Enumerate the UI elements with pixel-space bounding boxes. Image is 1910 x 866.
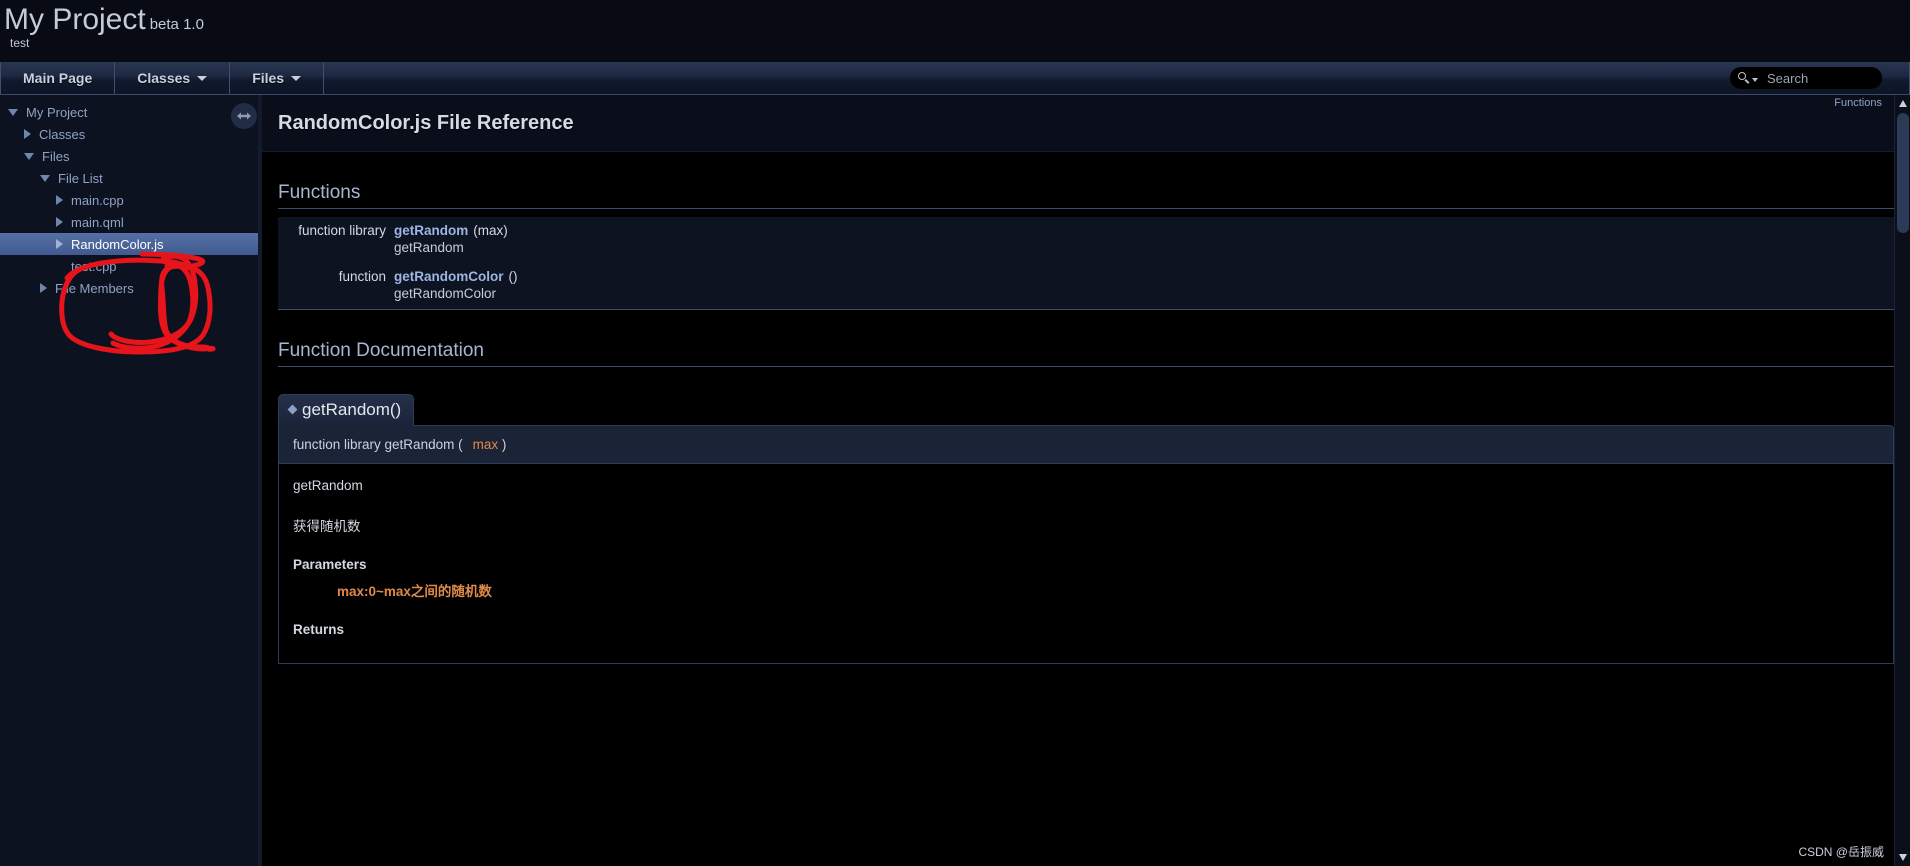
chevron-right-icon[interactable] bbox=[56, 195, 63, 205]
scrollbar-thumb[interactable] bbox=[1897, 113, 1909, 233]
sidebar-item-label: Files bbox=[42, 148, 70, 164]
content-split: My Project Classes Files File List main.cpp m… bbox=[0, 95, 1910, 866]
description-spacer bbox=[278, 286, 394, 310]
member-item-getrandom: getRandom() function library getRandom (… bbox=[278, 393, 1894, 664]
chevron-right-icon[interactable] bbox=[56, 239, 63, 249]
sidebar-item-label: main.cpp bbox=[71, 192, 124, 208]
watermark: CSDN @岳振威 bbox=[1798, 845, 1884, 859]
diamond-icon bbox=[287, 404, 298, 415]
main-navigation-bar: Main Page Classes Files bbox=[0, 62, 1910, 95]
sidebar-item-test-cpp[interactable]: test.cpp bbox=[0, 255, 258, 277]
sidebar-item-label: My Project bbox=[26, 104, 88, 120]
function-description: getRandomColor bbox=[394, 286, 497, 301]
project-version: beta 1.0 bbox=[149, 16, 204, 33]
function-link[interactable]: getRandom bbox=[394, 223, 468, 238]
search-icon bbox=[1738, 72, 1750, 84]
sidebar-item-classes[interactable]: Classes bbox=[0, 123, 258, 145]
contents-area: Functions function library getRandom (max)… bbox=[262, 182, 1910, 664]
parameters-label: Parameters bbox=[293, 557, 367, 572]
chevron-down-icon[interactable] bbox=[24, 152, 34, 160]
function-documentation-heading: Function Documentation bbox=[278, 340, 1894, 367]
member-title[interactable]: getRandom() bbox=[278, 394, 415, 426]
chevron-right-icon[interactable] bbox=[40, 283, 47, 293]
sidebar-item-label: main.qml bbox=[71, 214, 124, 230]
chevron-right-icon[interactable] bbox=[56, 217, 63, 227]
function-signature: getRandom (max) bbox=[394, 217, 1894, 240]
vertical-scrollbar[interactable] bbox=[1894, 95, 1910, 866]
member-brief: getRandom bbox=[293, 478, 363, 493]
search-scope-chevron-icon[interactable] bbox=[1752, 77, 1758, 82]
tab-main-page-label: Main Page bbox=[23, 70, 93, 86]
returns-label: Returns bbox=[293, 622, 345, 637]
breadcrumb[interactable]: Functions bbox=[1828, 95, 1888, 111]
tab-files[interactable]: Files bbox=[230, 62, 325, 94]
sidebar-item-label: File List bbox=[58, 170, 103, 186]
function-description: getRandom bbox=[394, 240, 464, 255]
search-box-container bbox=[1730, 67, 1882, 89]
sidebar-item-label: Classes bbox=[39, 126, 86, 142]
member-documentation: getRandom 获得随机数 Parameters max:0~max之间的随… bbox=[278, 464, 1894, 664]
table-row: function library getRandom (max) bbox=[278, 217, 1894, 240]
tab-classes[interactable]: Classes bbox=[115, 62, 231, 94]
sidebar: My Project Classes Files File List main.cpp m… bbox=[0, 95, 258, 866]
tab-bar-filler bbox=[324, 62, 1910, 94]
function-args: (max) bbox=[473, 223, 508, 238]
sidebar-item-randomcolor-js[interactable]: RandomColor.js bbox=[0, 233, 258, 255]
functions-section-heading: Functions bbox=[278, 182, 1894, 209]
tab-main-page[interactable]: Main Page bbox=[0, 62, 116, 94]
page-title: RandomColor.js File Reference bbox=[278, 111, 574, 134]
project-name: My Project bbox=[4, 3, 146, 36]
sidebar-item-files[interactable]: Files bbox=[0, 145, 258, 167]
chevron-down-icon[interactable] bbox=[8, 108, 18, 116]
sidebar-item-file-list[interactable]: File List bbox=[0, 167, 258, 189]
table-row: function getRandomColor () bbox=[278, 263, 1894, 286]
member-title-label: getRandom() bbox=[302, 400, 402, 419]
title-area: My Project beta 1.0 test bbox=[0, 0, 1910, 62]
tab-files-label: Files bbox=[252, 70, 285, 86]
sidebar-item-file-members[interactable]: File Members bbox=[0, 277, 258, 299]
sidebar-item-main-qml[interactable]: main.qml bbox=[0, 211, 258, 233]
chevron-right-icon[interactable] bbox=[24, 129, 31, 139]
function-link[interactable]: getRandomColor bbox=[394, 269, 504, 284]
functions-table: function library getRandom (max) getRandom f… bbox=[278, 217, 1894, 310]
scroll-down-arrow-icon[interactable] bbox=[1898, 852, 1908, 862]
prototype-prefix: function library getRandom ( bbox=[293, 437, 463, 452]
sidebar-item-label: File Members bbox=[55, 280, 134, 296]
search-box[interactable] bbox=[1730, 67, 1882, 89]
scroll-up-arrow-icon[interactable] bbox=[1898, 99, 1908, 109]
parameters-description: max:0~max之间的随机数 bbox=[337, 584, 492, 599]
sidebar-item-main-cpp[interactable]: main.cpp bbox=[0, 189, 258, 211]
function-args: () bbox=[508, 269, 518, 284]
chevron-down-icon bbox=[197, 75, 208, 81]
table-row-description: getRandom bbox=[278, 240, 1894, 263]
sidebar-item-my-project[interactable]: My Project bbox=[0, 101, 258, 123]
function-kind: function bbox=[338, 269, 386, 284]
description-spacer bbox=[278, 240, 394, 263]
tab-classes-label: Classes bbox=[137, 70, 191, 86]
chevron-down-icon bbox=[291, 75, 302, 81]
member-detail: 获得随机数 bbox=[293, 519, 361, 534]
document-content: Functions RandomColor.js File Reference … bbox=[262, 95, 1910, 866]
function-kind: function library bbox=[298, 223, 386, 238]
tab-list: Main Page Classes Files bbox=[0, 62, 325, 94]
project-brief: test bbox=[10, 36, 30, 50]
sidebar-item-label: test.cpp bbox=[71, 258, 117, 274]
prototype-suffix: ) bbox=[501, 437, 507, 452]
sidebar-item-label: RandomColor.js bbox=[71, 236, 164, 252]
project-title-line: My Project beta 1.0 bbox=[4, 2, 1910, 38]
page-header-band: RandomColor.js File Reference bbox=[262, 95, 1910, 152]
function-signature: getRandomColor () bbox=[394, 263, 1894, 286]
chevron-down-icon[interactable] bbox=[40, 174, 50, 182]
navigation-tree: My Project Classes Files File List main.cpp m… bbox=[0, 95, 258, 299]
member-prototype: function library getRandom ( max ) bbox=[278, 425, 1894, 464]
search-input[interactable] bbox=[1765, 69, 1865, 87]
prototype-parameter: max bbox=[472, 437, 499, 452]
resize-horizontal-icon[interactable] bbox=[231, 103, 257, 129]
table-row-description: getRandomColor bbox=[278, 286, 1894, 310]
